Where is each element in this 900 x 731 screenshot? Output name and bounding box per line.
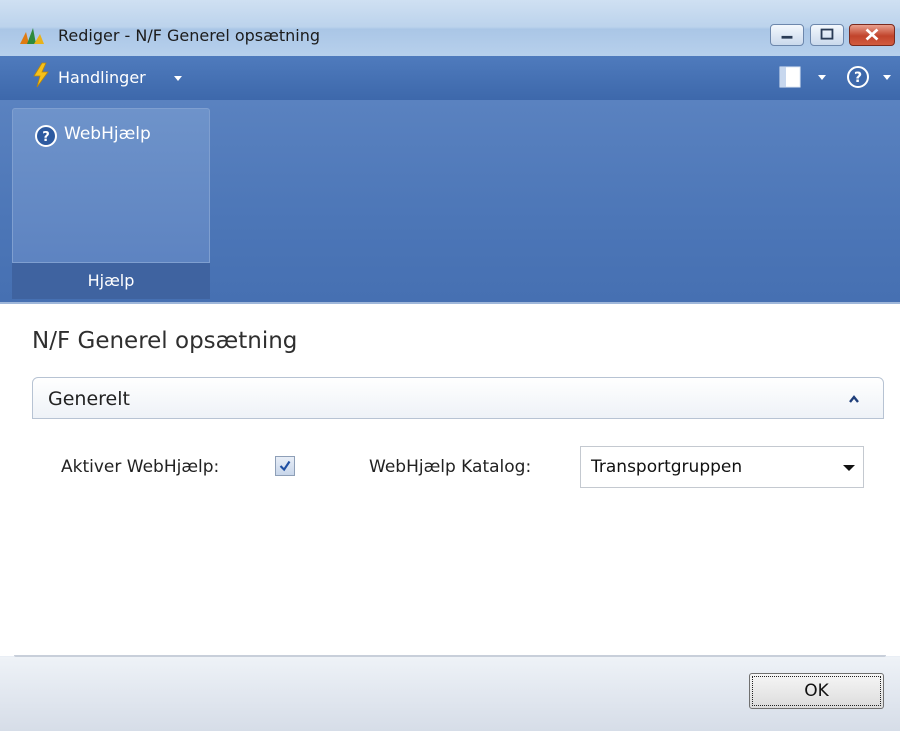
help-icon[interactable]: ? [846, 64, 872, 90]
enable-webhelp-label: Aktiver WebHjælp: [61, 457, 220, 477]
help-icon[interactable]: ? [34, 124, 58, 148]
fasttab-header-general[interactable] [32, 377, 884, 419]
layout-icon[interactable] [779, 66, 803, 88]
close-icon [865, 28, 879, 41]
fasttab-title[interactable]: Generelt [48, 388, 130, 410]
actions-menu-chevron-down-icon[interactable] [174, 76, 182, 81]
svg-text:?: ? [42, 130, 50, 145]
dynamics-nav-app-icon [20, 28, 44, 44]
minimize-icon [781, 35, 793, 39]
layout-chevron-down-icon[interactable] [818, 75, 826, 80]
svg-text:?: ? [854, 70, 862, 86]
dialog-window: Rediger - N/F Generel opsætning Handling… [0, 0, 900, 731]
webhelp-button[interactable]: WebHjælp [64, 124, 151, 144]
window-title: Rediger - N/F Generel opsætning [58, 26, 320, 45]
lightning-bolt-icon [33, 62, 49, 88]
chevron-up-icon[interactable] [848, 394, 860, 404]
close-button[interactable] [849, 24, 895, 46]
ribbon-group-label: Hjælp [12, 262, 210, 299]
webhelp-catalog-value[interactable]: Transportgruppen [591, 457, 742, 477]
actions-menu[interactable]: Handlinger [58, 68, 146, 87]
maximize-icon [820, 28, 834, 40]
maximize-button[interactable] [810, 24, 844, 46]
ok-button[interactable]: OK [749, 673, 884, 709]
checkmark-icon [279, 460, 291, 472]
chevron-down-icon[interactable] [843, 465, 855, 471]
minimize-button[interactable] [770, 24, 804, 46]
page-title: N/F Generel opsætning [32, 328, 298, 354]
enable-webhelp-checkbox[interactable] [275, 456, 295, 476]
help-chevron-down-icon[interactable] [883, 75, 891, 80]
webhelp-catalog-label: WebHjælp Katalog: [369, 457, 532, 477]
